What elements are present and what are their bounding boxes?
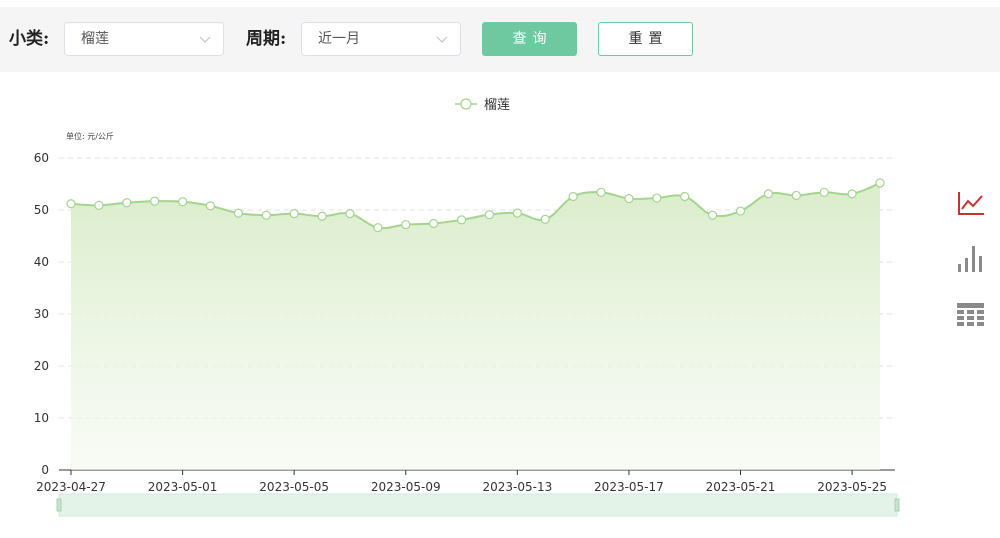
data-point bbox=[94, 200, 104, 210]
data-point bbox=[345, 209, 355, 219]
y-tick-label: 20 bbox=[34, 359, 49, 373]
data-point bbox=[875, 178, 885, 188]
data-point bbox=[429, 218, 439, 229]
series-area bbox=[71, 182, 880, 470]
data-point bbox=[289, 209, 299, 219]
data-point bbox=[680, 191, 690, 202]
legend-label: 榴莲 bbox=[484, 98, 510, 113]
x-tick-label: 2023-05-09 bbox=[371, 480, 441, 494]
unit-label: 单位: 元/公斤 bbox=[66, 131, 114, 141]
y-tick-label: 60 bbox=[34, 151, 49, 165]
data-point bbox=[205, 201, 216, 211]
zoom-slider-handle bbox=[894, 498, 900, 512]
data-point bbox=[177, 197, 188, 207]
x-tick-label: 2023-05-05 bbox=[259, 480, 329, 494]
data-point bbox=[763, 189, 774, 199]
x-tick-label: 2023-05-25 bbox=[817, 480, 887, 494]
bar-chart-icon[interactable] bbox=[955, 244, 987, 274]
data-point bbox=[122, 198, 132, 208]
y-tick-label: 0 bbox=[41, 463, 49, 477]
legend-marker bbox=[460, 98, 472, 110]
x-tick-label: 2023-05-17 bbox=[594, 480, 664, 494]
data-point bbox=[261, 210, 271, 220]
x-tick-label: 2023-05-01 bbox=[148, 480, 218, 494]
data-point bbox=[66, 199, 76, 209]
data-point bbox=[317, 211, 327, 221]
data-point bbox=[568, 191, 578, 202]
data-point bbox=[652, 193, 662, 203]
data-point bbox=[791, 190, 801, 201]
y-tick-label: 30 bbox=[34, 307, 49, 321]
data-point bbox=[233, 208, 243, 218]
zoom-slider-handle bbox=[56, 498, 62, 512]
y-tick-label: 40 bbox=[34, 255, 49, 269]
x-tick-label: 2023-05-13 bbox=[482, 480, 552, 494]
y-tick-label: 50 bbox=[34, 203, 49, 217]
data-table-icon[interactable] bbox=[955, 301, 987, 331]
data-point bbox=[819, 187, 829, 197]
data-point bbox=[401, 219, 411, 230]
data-point bbox=[456, 215, 467, 225]
data-point bbox=[512, 208, 522, 218]
zoom-slider-track bbox=[58, 493, 898, 517]
x-tick-label: 2023-05-21 bbox=[706, 480, 776, 494]
data-point bbox=[735, 206, 746, 216]
data-point bbox=[484, 210, 495, 220]
price-line-chart: 0 10 20 30 40 50 60 2023-04-27 2023-05-01 2023-05… bbox=[34, 98, 900, 517]
data-point bbox=[596, 187, 606, 197]
x-tick-label: 2023-04-27 bbox=[36, 480, 106, 494]
data-point bbox=[847, 189, 857, 199]
line-chart-icon[interactable] bbox=[955, 188, 987, 218]
data-point bbox=[150, 196, 160, 206]
data-point bbox=[624, 193, 634, 204]
y-tick-label: 10 bbox=[34, 411, 49, 425]
data-point bbox=[373, 223, 383, 233]
data-point bbox=[540, 214, 550, 224]
data-point bbox=[708, 210, 718, 220]
